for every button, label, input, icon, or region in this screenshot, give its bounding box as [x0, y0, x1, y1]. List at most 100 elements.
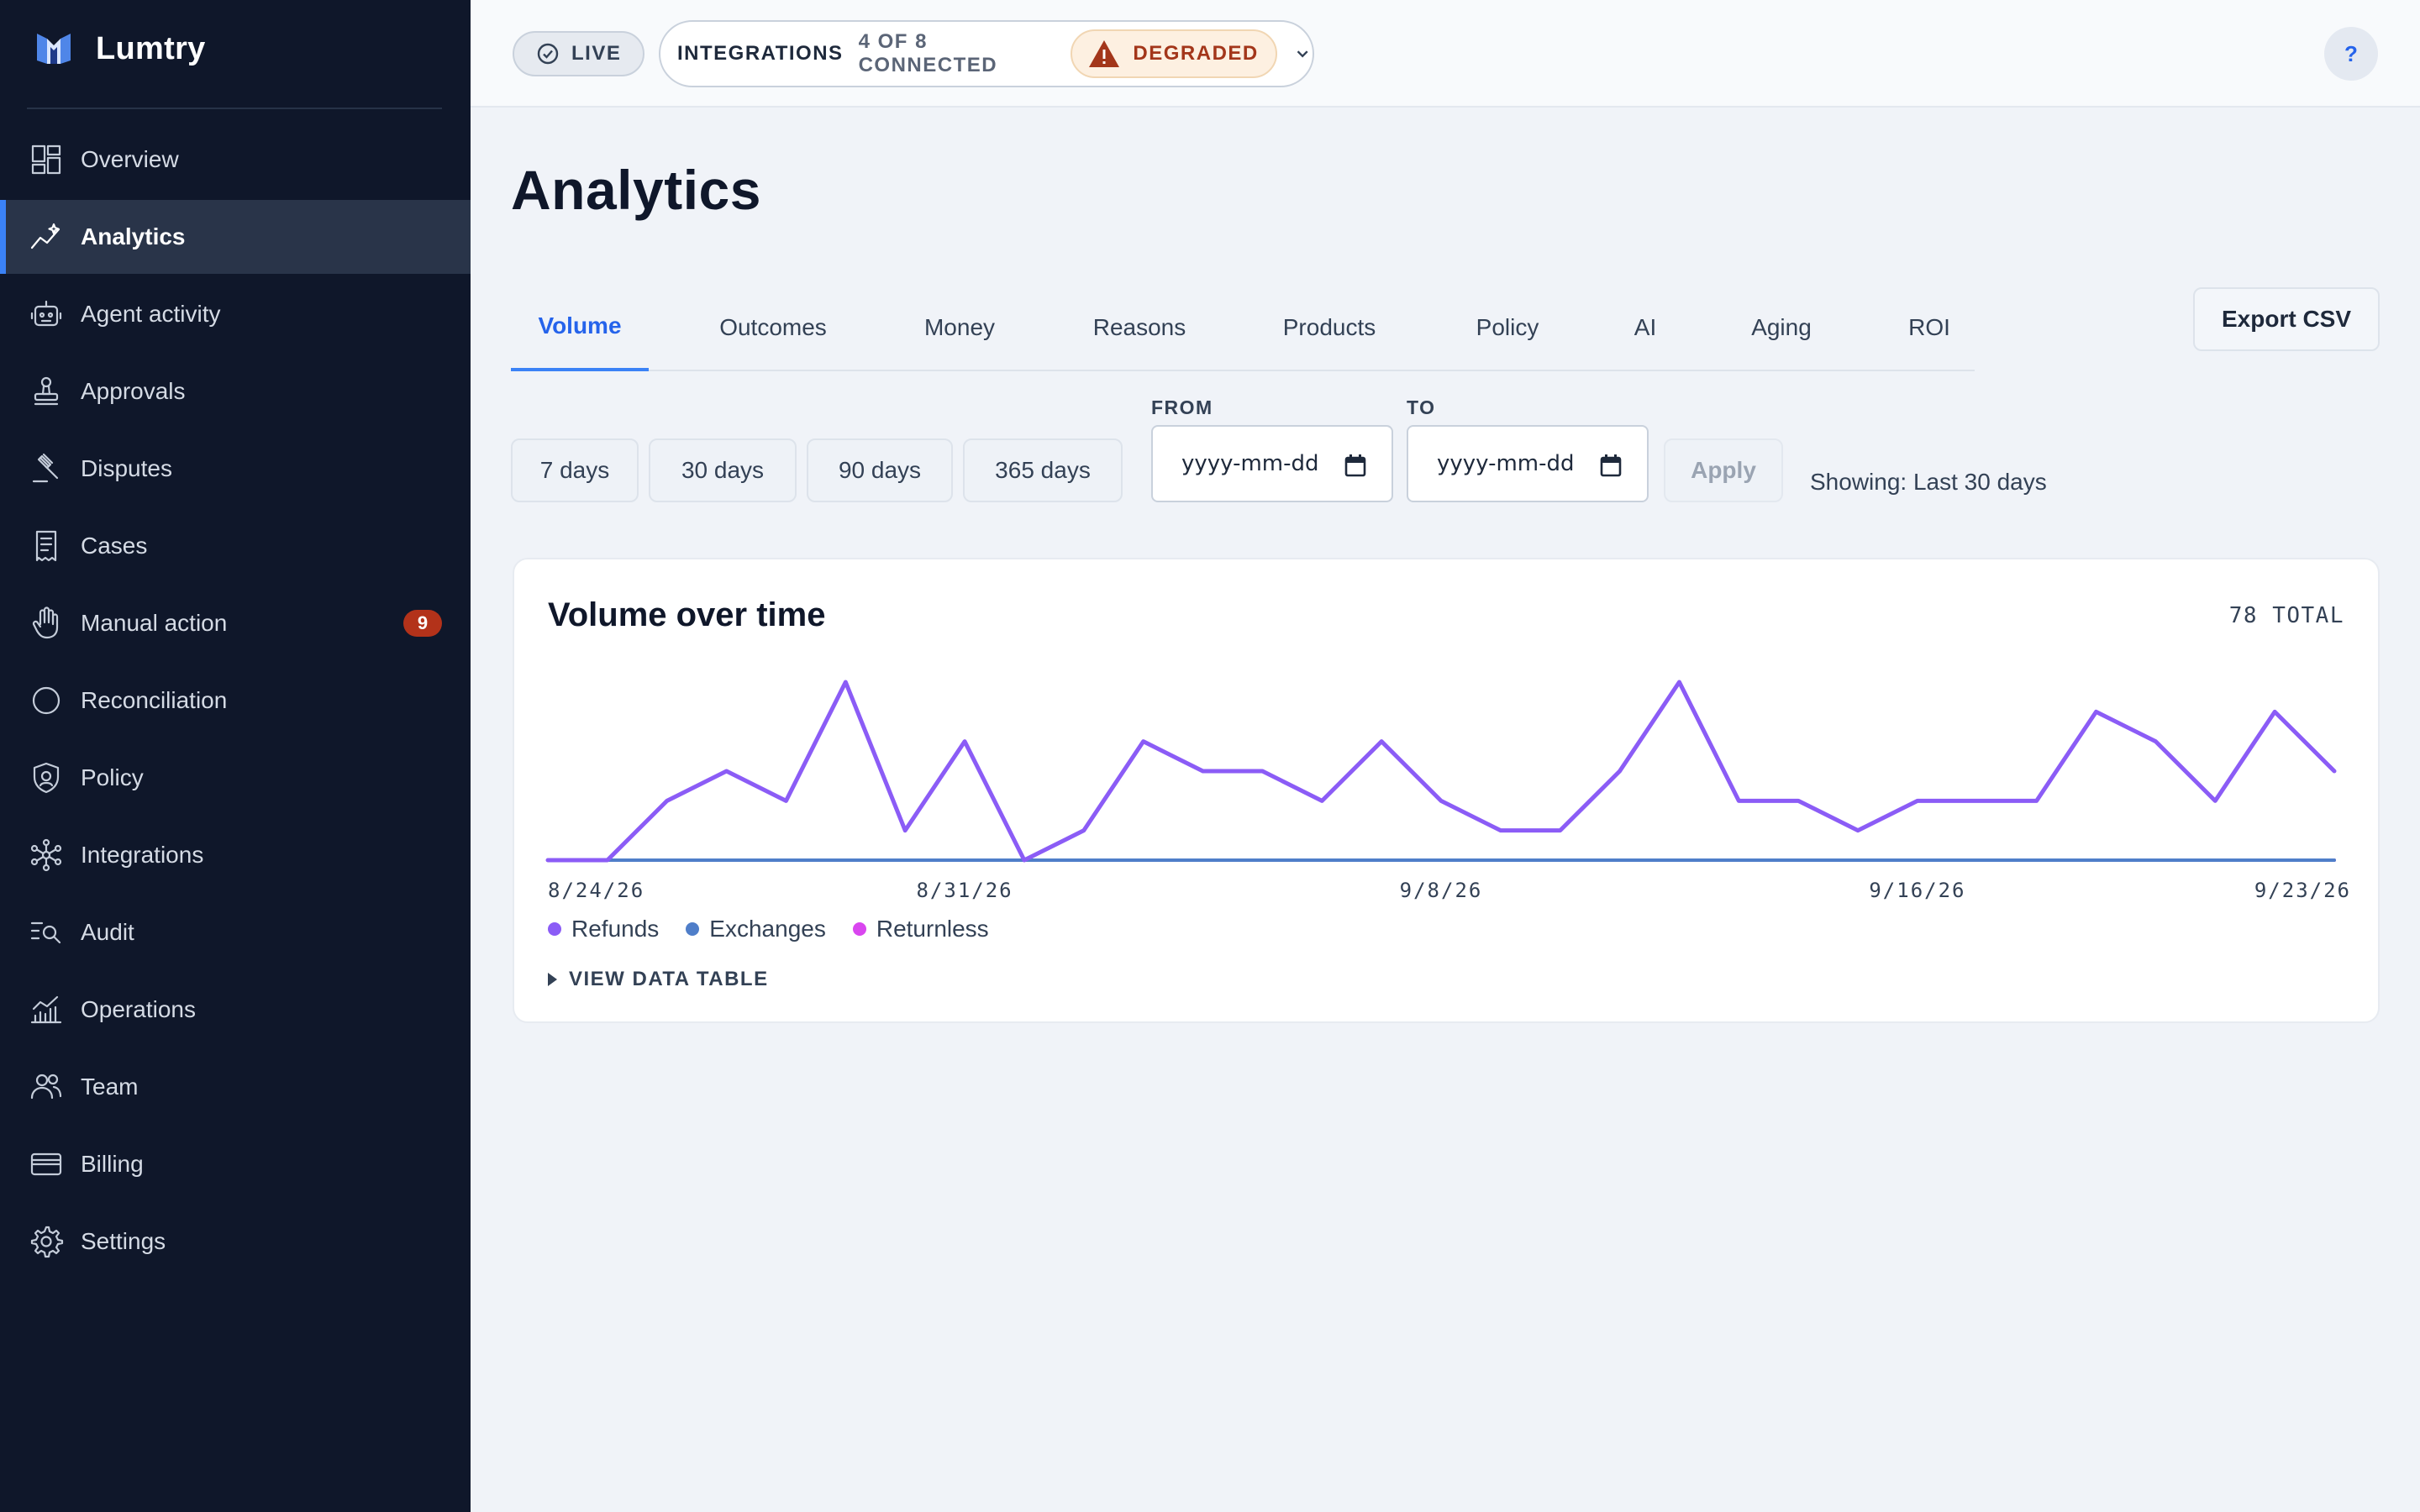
stamp-icon	[27, 372, 66, 411]
volume-line-chart: 8/24/26 8/31/26 9/8/26 9/16/26 9/23/26	[545, 680, 2351, 902]
hand-icon	[27, 604, 66, 643]
sidebar-item-operations[interactable]: Operations	[0, 973, 471, 1047]
dashboard-icon	[27, 140, 66, 179]
legend-swatch	[686, 922, 700, 936]
legend-swatch	[548, 922, 561, 936]
series-line-refunds	[545, 680, 2337, 863]
sidebar-item-billing[interactable]: Billing	[0, 1127, 471, 1201]
sidebar-item-team[interactable]: Team	[0, 1050, 471, 1124]
sidebar-item-label: Team	[81, 1074, 139, 1100]
view-data-table-label: VIEW DATA TABLE	[569, 968, 769, 990]
credit-card-icon	[27, 1145, 66, 1184]
tab-outcomes[interactable]: Outcomes	[714, 284, 832, 371]
sidebar-item-label: Agent activity	[81, 301, 221, 327]
tab-aging[interactable]: Aging	[1723, 284, 1840, 371]
legend-label: Returnless	[876, 916, 989, 942]
sidebar-item-approvals[interactable]: Approvals	[0, 354, 471, 428]
calendar-icon[interactable]	[1344, 454, 1366, 477]
x-tick-label: 8/24/26	[548, 879, 644, 902]
chart-legend: Refunds Exchanges Returnless	[548, 916, 1016, 942]
robot-icon	[27, 295, 66, 333]
help-button[interactable]: ?	[2324, 27, 2378, 81]
showing-range-text: Showing: Last 30 days	[1810, 469, 2047, 495]
sidebar-item-label: Overview	[81, 146, 179, 172]
tab-products[interactable]: Products	[1266, 284, 1392, 371]
sidebar-nav: Overview Analytics Agent activity Approvals…	[0, 123, 471, 1282]
apply-button[interactable]: Apply	[1664, 438, 1783, 502]
range-365-days-button[interactable]: 365 days	[963, 438, 1123, 502]
sidebar-item-overview[interactable]: Overview	[0, 123, 471, 197]
sidebar-item-analytics[interactable]: Analytics	[0, 200, 471, 274]
chart-bars-icon	[27, 990, 66, 1029]
sidebar-item-label: Disputes	[81, 455, 172, 481]
x-tick-label: 9/23/26	[2254, 879, 2351, 902]
sidebar-item-settings[interactable]: Settings	[0, 1205, 471, 1278]
gear-icon	[27, 1222, 66, 1261]
tab-roi[interactable]: ROI	[1887, 284, 1971, 371]
legend-item-exchanges[interactable]: Exchanges	[686, 916, 826, 942]
sidebar-item-label: Integrations	[81, 842, 204, 868]
integrations-status-pill[interactable]: INTEGRATIONS 4 OF 8 CONNECTED DEGRADED	[659, 20, 1314, 87]
sidebar-item-label: Settings	[81, 1228, 166, 1254]
page-title: Analytics	[511, 159, 761, 221]
gavel-icon	[27, 449, 66, 488]
tab-reasons[interactable]: Reasons	[1081, 284, 1198, 371]
manual-action-count-badge: 9	[403, 610, 442, 637]
legend-item-refunds[interactable]: Refunds	[548, 916, 659, 942]
to-date-placeholder: yyyy-mm-dd	[1437, 451, 1575, 476]
sidebar-item-manual-action[interactable]: Manual action 9	[0, 586, 471, 660]
from-date-input[interactable]: yyyy-mm-dd	[1151, 425, 1393, 502]
sidebar-item-label: Analytics	[81, 223, 186, 249]
export-csv-button[interactable]: Export CSV	[2193, 287, 2380, 351]
tab-policy[interactable]: Policy	[1457, 284, 1558, 371]
check-circle-icon	[537, 43, 559, 65]
sidebar-item-label: Cases	[81, 533, 148, 559]
list-search-icon	[27, 913, 66, 952]
sidebar-item-reconciliation[interactable]: Reconciliation	[0, 664, 471, 738]
tab-volume[interactable]: Volume	[511, 284, 649, 371]
calendar-icon[interactable]	[1600, 454, 1622, 477]
sidebar-item-policy[interactable]: Policy	[0, 741, 471, 815]
sidebar-item-label: Reconciliation	[81, 687, 228, 713]
range-90-days-button[interactable]: 90 days	[807, 438, 953, 502]
sidebar-item-disputes[interactable]: Disputes	[0, 432, 471, 506]
tab-ai[interactable]: AI	[1612, 284, 1679, 371]
sidebar-item-agent-activity[interactable]: Agent activity	[0, 277, 471, 351]
sidebar-divider	[27, 108, 442, 109]
users-icon	[27, 1068, 66, 1106]
x-tick-label: 9/16/26	[1869, 879, 1965, 902]
degraded-badge: DEGRADED	[1071, 29, 1277, 78]
sidebar-item-audit[interactable]: Audit	[0, 895, 471, 969]
range-7-days-button[interactable]: 7 days	[511, 438, 639, 502]
caret-right-icon	[548, 973, 557, 986]
range-30-days-button[interactable]: 30 days	[649, 438, 797, 502]
network-icon	[27, 836, 66, 874]
sidebar-item-label: Policy	[81, 764, 144, 790]
live-status-pill[interactable]: LIVE	[513, 31, 645, 76]
shield-icon	[27, 759, 66, 797]
sidebar-item-label: Approvals	[81, 378, 186, 404]
to-label: TO	[1407, 396, 1436, 418]
sidebar-item-cases[interactable]: Cases	[0, 509, 471, 583]
sidebar-item-label: Manual action	[81, 610, 228, 636]
sidebar-item-integrations[interactable]: Integrations	[0, 818, 471, 892]
integrations-label: INTEGRATIONS	[677, 42, 844, 65]
from-label: FROM	[1151, 396, 1213, 418]
legend-label: Exchanges	[709, 916, 826, 942]
sidebar: Lumtry Overview Analytics Agent activity Ap…	[0, 0, 471, 1512]
view-data-table-toggle[interactable]: VIEW DATA TABLE	[548, 968, 769, 991]
analytics-tabs: Volume Outcomes Money Reasons Products Policy…	[511, 284, 1975, 371]
legend-item-returnless[interactable]: Returnless	[852, 916, 989, 942]
brand[interactable]: Lumtry	[34, 25, 206, 72]
lumtry-logo-icon	[37, 34, 71, 64]
warning-icon	[1089, 40, 1120, 67]
chevron-down-icon[interactable]	[1292, 43, 1313, 65]
trend-icon	[27, 218, 66, 256]
volume-chart-card: Volume over time 78 TOTAL 8/24/26 8/31/26…	[513, 558, 2380, 1023]
tab-money[interactable]: Money	[905, 284, 1014, 371]
from-date-placeholder: yyyy-mm-dd	[1181, 451, 1319, 476]
degraded-label: DEGRADED	[1133, 42, 1259, 65]
legend-label: Refunds	[571, 916, 660, 942]
to-date-input[interactable]: yyyy-mm-dd	[1407, 425, 1649, 502]
circle-icon	[27, 681, 66, 720]
